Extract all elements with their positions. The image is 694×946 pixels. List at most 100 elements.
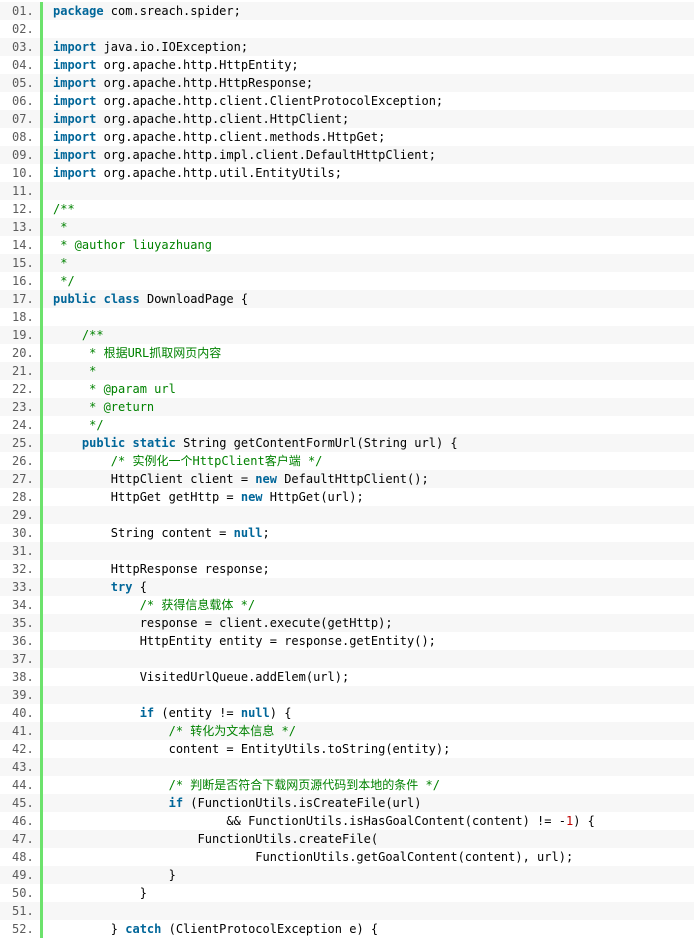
code-line: 19. /** <box>0 326 694 344</box>
code-line: 43. <box>0 758 694 776</box>
gutter-bar <box>40 110 43 128</box>
line-number: 21. <box>12 364 34 378</box>
code-line: 03. import java.io.IOException; <box>0 38 694 56</box>
text-token: org.apache.http.client.HttpClient; <box>96 112 350 126</box>
line-number: 52. <box>12 922 34 936</box>
line-number: 25. <box>12 436 34 450</box>
comment-token: */ <box>81 418 104 432</box>
code-text: /** <box>53 200 694 218</box>
comment-token: * <box>81 364 97 378</box>
gutter-bar <box>40 290 43 308</box>
code-line: 29. <box>0 506 694 524</box>
text-token: DownloadPage { <box>139 292 249 306</box>
gutter-bar <box>40 92 43 110</box>
code-text: */ <box>53 272 694 290</box>
code-line: 47. FunctionUtils.createFile( <box>0 830 694 848</box>
line-number: 23. <box>12 400 34 414</box>
line-number: 05. <box>12 76 34 90</box>
code-text: import org.apache.http.util.EntityUtils; <box>53 164 694 182</box>
line-number: 45. <box>12 796 34 810</box>
comment-token: * <box>53 220 68 234</box>
code-text: */ <box>53 416 694 434</box>
line-number: 33. <box>12 580 34 594</box>
code-line: 37. <box>0 650 694 668</box>
gutter-bar <box>40 362 43 380</box>
gutter-bar <box>40 272 43 290</box>
code-line: 23. * @return <box>0 398 694 416</box>
gutter-bar <box>40 722 43 740</box>
code-text: String content = null; <box>53 524 694 542</box>
keyword-token: package <box>53 4 104 18</box>
line-number: 50. <box>12 886 34 900</box>
text-token: { <box>132 580 147 594</box>
comment-token: /* 判断是否符合下载网页源代码到本地的条件 */ <box>168 778 440 792</box>
line-number: 42. <box>12 742 34 756</box>
code-line: 27. HttpClient client = new DefaultHttpC… <box>0 470 694 488</box>
line-number: 13. <box>12 220 34 234</box>
code-text: && FunctionUtils.isHasGoalContent(conten… <box>53 812 694 830</box>
line-number: 02. <box>12 22 34 36</box>
code-line: 52. } catch (ClientProtocolException e) … <box>0 920 694 938</box>
gutter-bar <box>40 668 43 686</box>
code-text: /** <box>53 326 694 344</box>
line-number: 32. <box>12 562 34 576</box>
line-number: 48. <box>12 850 34 864</box>
line-number: 10. <box>12 166 34 180</box>
code-text: import java.io.IOException; <box>53 38 694 56</box>
code-line: 14. * @author liuyazhuang <box>0 236 694 254</box>
gutter-bar <box>40 344 43 362</box>
keyword-token: if <box>168 796 184 810</box>
code-line: 48. FunctionUtils.getGoalContent(content… <box>0 848 694 866</box>
keyword-token: new <box>240 490 263 504</box>
text-token: } <box>53 886 147 900</box>
text-token: FunctionUtils.getGoalContent(content), u… <box>53 850 574 864</box>
text-token: HttpClient client = <box>53 472 256 486</box>
keyword-token: new <box>255 472 277 486</box>
line-number: 34. <box>12 598 34 612</box>
code-line: 13. * <box>0 218 694 236</box>
comment-token: /** <box>81 328 104 342</box>
keyword-token: public <box>81 436 126 450</box>
text-token: java.io.IOException; <box>96 40 249 54</box>
code-text: import org.apache.http.HttpResponse; <box>53 74 694 92</box>
line-number: 43. <box>12 760 34 774</box>
keyword-token: import <box>53 130 97 144</box>
gutter-bar <box>40 452 43 470</box>
comment-token: * <box>53 256 68 270</box>
code-text: try { <box>53 578 694 596</box>
keyword-token: null <box>240 706 270 720</box>
code-line: 38. VisitedUrlQueue.addElem(url); <box>0 668 694 686</box>
line-number: 01. <box>12 4 34 18</box>
line-number: 39. <box>12 688 34 702</box>
code-line: 22. * @param url <box>0 380 694 398</box>
code-line: 20. * 根据URL抓取网页内容 <box>0 344 694 362</box>
code-line: 10. import org.apache.http.util.EntityUti… <box>0 164 694 182</box>
text-token: HttpGet(url); <box>262 490 364 504</box>
text-token: ; <box>262 526 270 540</box>
line-number: 20. <box>12 346 34 360</box>
gutter-bar <box>40 128 43 146</box>
gutter-bar <box>40 812 43 830</box>
comment-token: /* 实例化一个HttpClient客户端 */ <box>110 454 323 468</box>
code-line: 41. /* 转化为文本信息 */ <box>0 722 694 740</box>
gutter-bar <box>40 578 43 596</box>
code-text: HttpResponse response; <box>53 560 694 578</box>
code-line: 44. /* 判断是否符合下载网页源代码到本地的条件 */ <box>0 776 694 794</box>
gutter-bar <box>40 326 43 344</box>
code-text: } <box>53 884 694 902</box>
gutter-bar <box>40 614 43 632</box>
code-line: 05. import org.apache.http.HttpResponse; <box>0 74 694 92</box>
code-line: 31. <box>0 542 694 560</box>
text-token: String content = <box>53 526 234 540</box>
code-text: } catch (ClientProtocolException e) { <box>53 920 694 938</box>
gutter-bar <box>40 560 43 578</box>
